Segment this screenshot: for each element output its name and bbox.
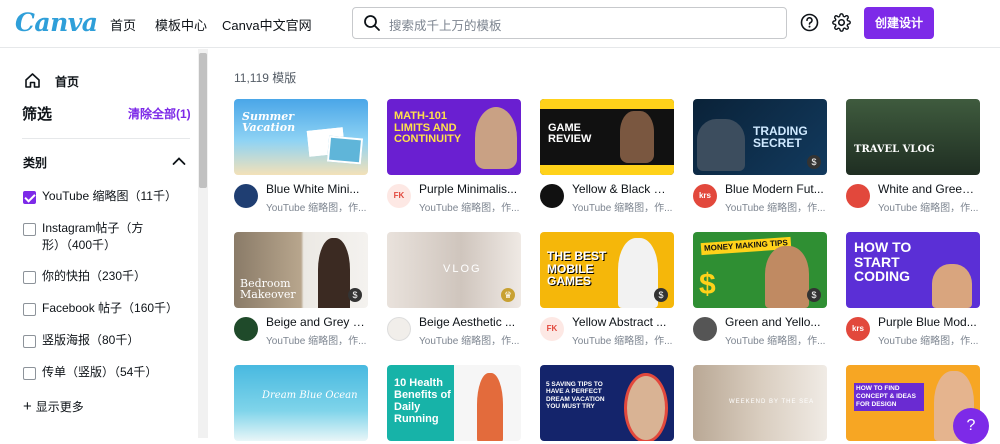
template-thumbnail[interactable]: GAME REVIEW [540, 99, 674, 175]
creator-avatar[interactable]: krs [846, 317, 870, 341]
category-title: 类别 [23, 156, 48, 170]
gear-icon[interactable] [832, 13, 851, 32]
crown-icon: ♛ [501, 288, 515, 302]
nav-template-center[interactable]: 模板中心 [155, 15, 207, 34]
template-title[interactable]: Yellow & Black M... [572, 182, 672, 196]
template-thumbnail[interactable]: TRADING SECRET $ [693, 99, 827, 175]
paid-badge-icon: $ [348, 288, 362, 302]
search-placeholder: 搜索成千上万的模板 [389, 19, 502, 33]
template-thumbnail[interactable]: THE BEST MOBILE GAMES $ [540, 232, 674, 308]
scrollbar-thumb[interactable] [199, 53, 207, 188]
create-design-button[interactable]: 创建设计 [864, 7, 934, 39]
template-thumbnail[interactable]: VLOG ♛ [387, 232, 521, 308]
checkbox[interactable] [23, 335, 36, 348]
creator-avatar[interactable] [540, 184, 564, 208]
result-count: 11,119 模版 [234, 71, 297, 85]
creator-avatar[interactable]: FK [387, 184, 411, 208]
template-subtitle: YouTube 缩略图，作... [878, 203, 978, 214]
template-subtitle: YouTube 缩略图，作... [266, 336, 366, 347]
template-subtitle: YouTube 缩略图，作... [878, 336, 978, 347]
template-thumbnail[interactable]: Bedroom Makeover $ [234, 232, 368, 308]
template-subtitle: YouTube 缩略图，作... [725, 203, 825, 214]
template-subtitle: YouTube 缩略图，作... [572, 336, 672, 347]
template-title[interactable]: Green and Yello... [725, 315, 825, 329]
creator-avatar[interactable]: krs [693, 184, 717, 208]
template-thumbnail[interactable]: 10 Health Benefits of Daily Running [387, 365, 521, 441]
template-title[interactable]: Blue Modern Fut... [725, 182, 825, 196]
help-button[interactable]: ? [953, 408, 989, 444]
nav-home[interactable]: 首页 [110, 15, 136, 34]
template-subtitle: YouTube 缩略图，作... [419, 203, 519, 214]
search-input[interactable]: 搜索成千上万的模板 [352, 7, 787, 39]
template-subtitle: YouTube 缩略图，作... [725, 336, 825, 347]
nav-canva-china[interactable]: Canva中文官网 [222, 15, 312, 34]
template-subtitle: YouTube 缩略图，作... [419, 336, 519, 347]
checkbox[interactable] [23, 303, 36, 316]
template-title[interactable]: Purple Minimalis... [419, 182, 519, 196]
creator-avatar[interactable] [234, 184, 258, 208]
template-thumbnail[interactable]: Dream Blue Ocean [234, 365, 368, 441]
chevron-up-icon[interactable] [172, 156, 186, 166]
template-thumbnail[interactable]: 5 SAVING TIPS TO HAVE A PERFECT DREAM VA… [540, 365, 674, 441]
sidebar-scrollbar[interactable] [198, 49, 208, 438]
template-thumbnail[interactable]: TRAVEL VLOG [846, 99, 980, 175]
filter-title: 筛选 [22, 106, 53, 123]
top-header: Canva 首页 模板中心 Canva中文官网 搜索成千上万的模板 创建设计 [0, 0, 1000, 48]
canva-logo[interactable]: Canva [15, 8, 98, 37]
template-title[interactable]: White and Green... [878, 182, 978, 196]
checkbox[interactable] [23, 271, 36, 284]
creator-avatar[interactable] [234, 317, 258, 341]
template-title[interactable]: Blue White Mini... [266, 182, 366, 196]
help-circle-icon[interactable] [800, 13, 819, 32]
template-title[interactable]: Purple Blue Mod... [878, 315, 978, 329]
home-icon[interactable] [24, 72, 41, 89]
template-thumbnail[interactable]: HOW TO START CODING [846, 232, 980, 308]
paid-badge-icon: $ [654, 288, 668, 302]
sidebar-divider [22, 138, 190, 139]
template-thumbnail[interactable]: WEEKEND BY THE SEA [693, 365, 827, 441]
creator-avatar[interactable]: FK [540, 317, 564, 341]
plus-icon: + [23, 398, 32, 415]
checkbox[interactable] [23, 223, 36, 236]
clear-all-button[interactable]: 清除全部(1) [128, 105, 191, 122]
template-subtitle: YouTube 缩略图，作... [266, 203, 366, 214]
template-thumbnail[interactable]: Summer Vacation [234, 99, 368, 175]
template-thumbnail[interactable]: MONEY MAKING TIPS $ $ [693, 232, 827, 308]
checkbox[interactable] [23, 367, 36, 380]
template-subtitle: YouTube 缩略图，作... [572, 203, 672, 214]
template-title[interactable]: Beige Aesthetic ... [419, 315, 519, 329]
paid-badge-icon: $ [807, 155, 821, 169]
checkbox-checked[interactable] [23, 191, 36, 204]
template-title[interactable]: Beige and Grey S... [266, 315, 366, 329]
creator-avatar[interactable] [846, 184, 870, 208]
template-thumbnail[interactable]: MATH-101 LIMITS AND CONTINUITY [387, 99, 521, 175]
sidebar-home[interactable]: 首页 [55, 73, 79, 90]
search-icon [364, 15, 380, 31]
creator-avatar[interactable] [387, 317, 411, 341]
show-more-button[interactable]: + 显示更多 [23, 398, 84, 415]
template-title[interactable]: Yellow Abstract ... [572, 315, 672, 329]
paid-badge-icon: $ [807, 288, 821, 302]
dollar-icon: $ [699, 268, 716, 301]
creator-avatar[interactable] [693, 317, 717, 341]
